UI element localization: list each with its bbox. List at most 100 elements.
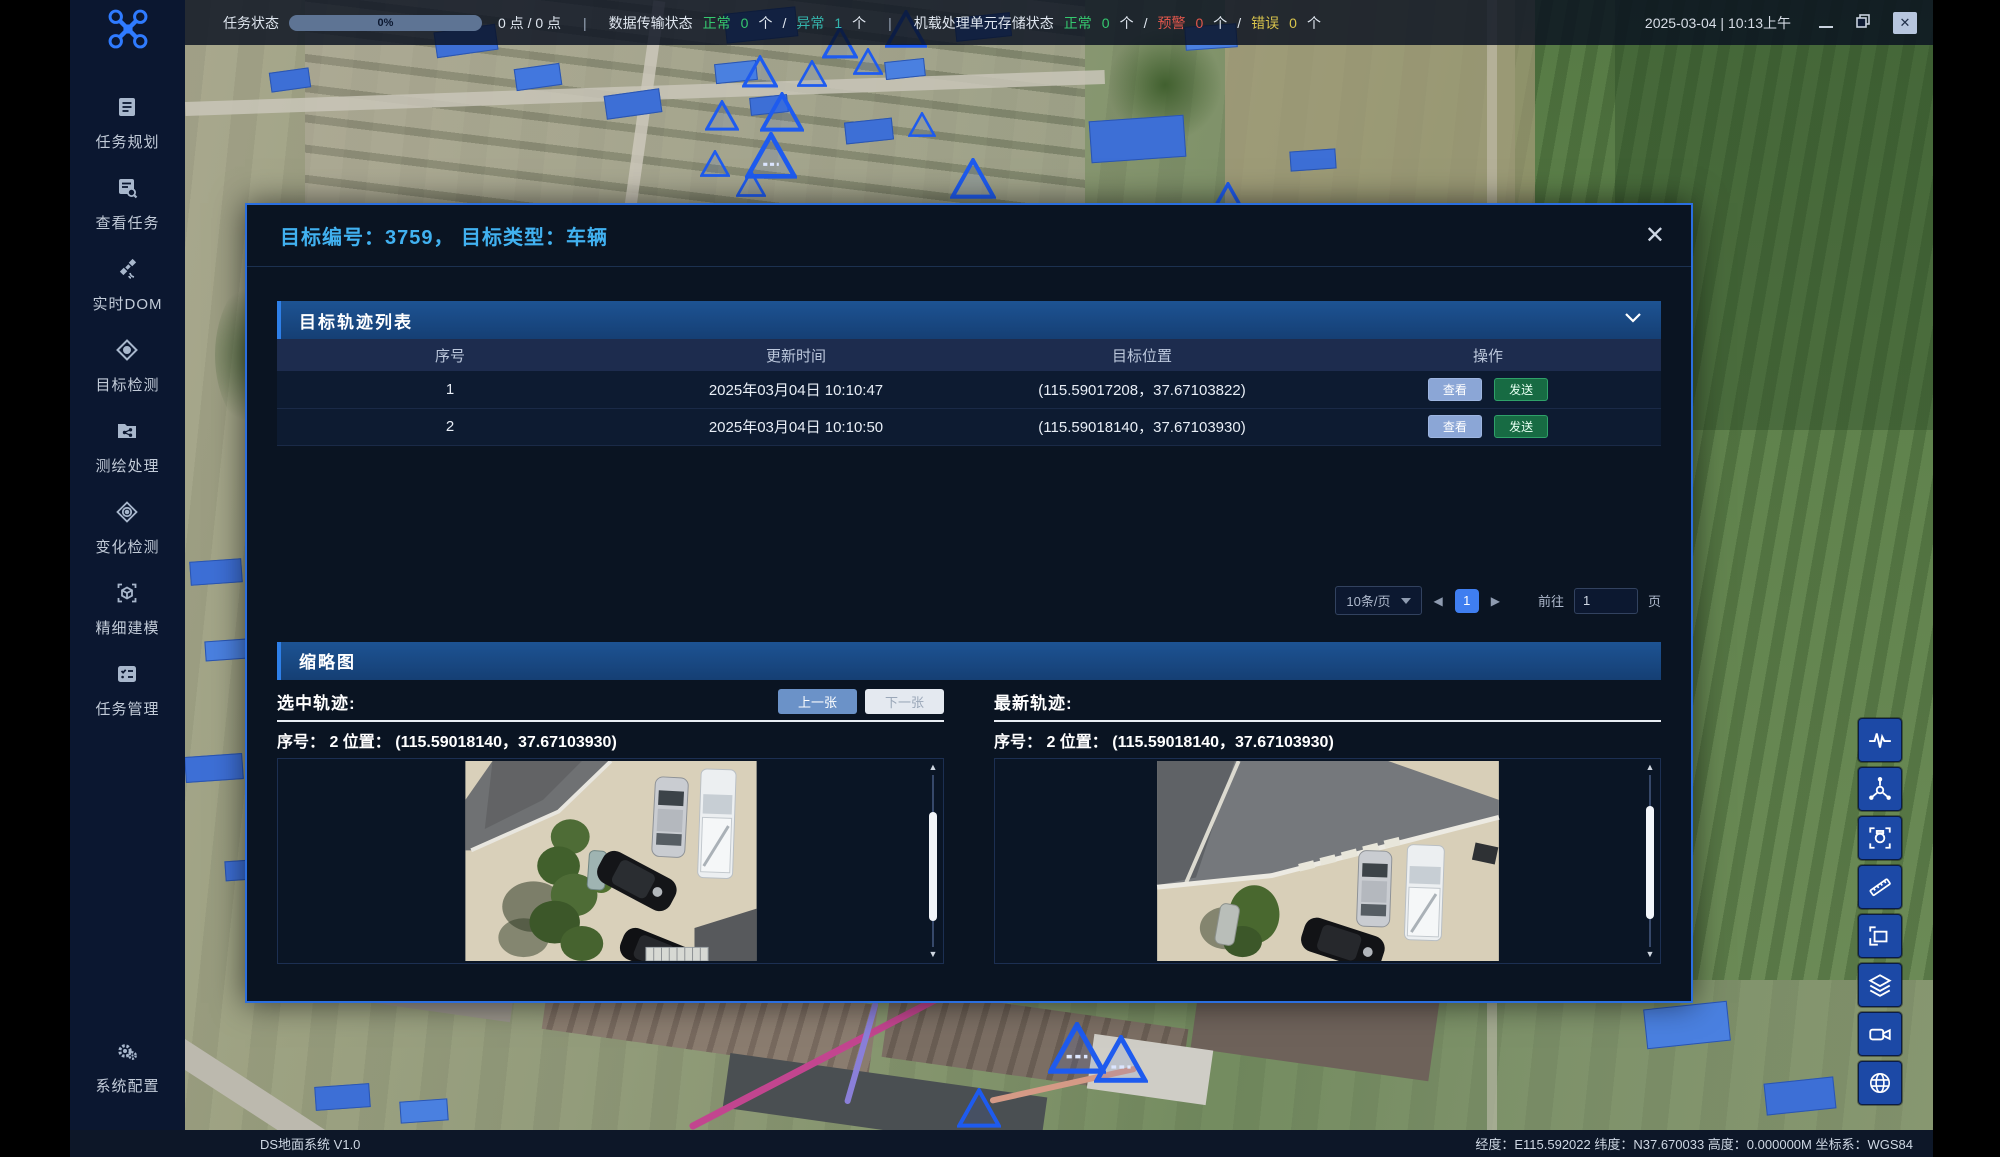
sidebar-item-label: 目标检测 xyxy=(95,374,159,395)
st-normal-count: 0 xyxy=(1102,15,1110,31)
restore-button[interactable] xyxy=(1855,13,1871,32)
sidebar-item-mapping-process[interactable]: 测绘处理 xyxy=(95,419,159,476)
task-list-icon xyxy=(115,662,139,686)
latest-trajectory-info: 序号： 2 位置： (115.59018140，37.67103930) xyxy=(994,728,1661,752)
collapse-section-button[interactable] xyxy=(1623,310,1643,330)
selected-trajectory-thumbnail[interactable] xyxy=(461,761,761,961)
sidebar-item-view-tasks[interactable]: 查看任务 xyxy=(95,176,159,233)
scroll-down-icon[interactable]: ▼ xyxy=(1643,950,1657,959)
scroll-up-icon[interactable]: ▲ xyxy=(1643,763,1657,772)
sidebar-item-mission-planning[interactable]: 任务规划 xyxy=(95,95,159,152)
layers-tool-button[interactable] xyxy=(1858,963,1902,1007)
previous-image-button[interactable]: 上一张 xyxy=(778,689,857,714)
document-search-icon xyxy=(115,176,139,200)
globe-icon xyxy=(1867,1070,1893,1096)
gimbal-tool-button[interactable] xyxy=(1858,767,1902,811)
detection-triangle-icon[interactable] xyxy=(760,92,804,132)
task-progress-value: 0% xyxy=(378,17,394,29)
view-button[interactable]: 查看 xyxy=(1428,378,1482,401)
col-target-position: 目标位置 xyxy=(969,339,1315,371)
detection-triangle-icon[interactable] xyxy=(736,170,766,197)
divider: | xyxy=(583,15,587,31)
frame-select-icon xyxy=(1867,923,1893,949)
scroll-up-icon[interactable]: ▲ xyxy=(926,763,940,772)
detection-triangle-icon[interactable] xyxy=(950,158,996,199)
page-unit-label: 页 xyxy=(1648,591,1661,610)
thumbnail-panels: 选中轨迹: 上一张 下一张 序号： 2 位置： (115.59018140，37… xyxy=(277,688,1661,964)
layers-icon xyxy=(1867,972,1893,998)
target-icon xyxy=(115,338,139,362)
waveform-tool-button[interactable] xyxy=(1858,718,1902,762)
slash: / xyxy=(1237,15,1241,31)
view-button[interactable]: 查看 xyxy=(1428,415,1482,438)
sidebar-item-realtime-dom[interactable]: 实时DOM xyxy=(93,257,163,314)
cell-update-time: 2025年03月04日 10:10:47 xyxy=(623,371,969,408)
datetime-display: 2025-03-04 | 10:13上午 xyxy=(1645,13,1791,33)
screen: 任务状态 0% 0 点 / 0 点 | 数据传输状态 正常 0 个 / 异常 1… xyxy=(0,0,2000,1157)
detection-triangle-icon[interactable] xyxy=(957,1088,1001,1128)
send-button[interactable]: 发送 xyxy=(1494,415,1548,438)
latest-image-container: ▲ ▼ xyxy=(994,758,1661,964)
page-size-select[interactable]: 10条/页 xyxy=(1335,586,1421,615)
selected-trajectory-panel: 选中轨迹: 上一张 下一张 序号： 2 位置： (115.59018140，37… xyxy=(277,688,944,964)
dt-abnormal-count: 1 xyxy=(834,15,842,31)
map-blue-roof xyxy=(314,1083,371,1111)
latest-trajectory-label: 最新轨迹: xyxy=(994,689,1073,714)
video-tool-button[interactable] xyxy=(1858,1012,1902,1056)
send-button[interactable]: 发送 xyxy=(1494,378,1548,401)
chevron-down-icon xyxy=(1623,311,1643,325)
goto-label: 前往 xyxy=(1538,591,1564,610)
map-blue-roof xyxy=(185,753,244,783)
trajectory-row[interactable]: 2 2025年03月04日 10:10:50 (115.59018140，37.… xyxy=(277,408,1661,445)
sidebar-item-system-config[interactable]: 系统配置 xyxy=(95,1039,159,1096)
globe-tool-button[interactable] xyxy=(1858,1061,1902,1105)
scroll-down-icon[interactable]: ▼ xyxy=(926,950,940,959)
current-page-button[interactable]: 1 xyxy=(1455,589,1479,613)
close-window-button[interactable]: ✕ xyxy=(1893,12,1917,34)
close-dialog-button[interactable]: ✕ xyxy=(1645,224,1665,248)
next-image-button[interactable]: 下一张 xyxy=(865,689,944,714)
slash: / xyxy=(1144,15,1148,31)
latest-trajectory-thumbnail[interactable] xyxy=(1152,761,1504,961)
next-page-button[interactable]: ▶ xyxy=(1491,594,1500,608)
dialog-body: 目标轨迹列表 序号 更新时间 目标位置 操作 1 2025年03月04日 10:… xyxy=(247,267,1691,964)
prev-page-button[interactable]: ◀ xyxy=(1434,594,1443,608)
trajectory-section-title: 目标轨迹列表 xyxy=(299,308,413,333)
cell-position: (115.59017208，37.67103822) xyxy=(969,371,1315,408)
sidebar-nav: 任务规划 查看任务 实时DOM 目标检测 测绘处理 变化检测 精细建模 任务管 xyxy=(70,0,185,1130)
goto-page-input[interactable] xyxy=(1574,588,1638,614)
window-controls: ✕ xyxy=(1819,12,1917,34)
measure-tool-button[interactable] xyxy=(1858,865,1902,909)
satellite-icon xyxy=(116,257,140,281)
cell-actions: 查看 发送 xyxy=(1315,371,1661,408)
detection-triangle-icon[interactable] xyxy=(908,112,936,137)
detection-triangle-icon[interactable] xyxy=(700,150,730,177)
detection-triangle-icon[interactable] xyxy=(742,55,778,88)
sidebar-item-fine-modeling[interactable]: 精细建模 xyxy=(95,581,159,638)
trajectory-row[interactable]: 1 2025年03月04日 10:10:47 (115.59017208，37.… xyxy=(277,371,1661,408)
detection-triangle-icon[interactable] xyxy=(797,60,827,87)
minimize-button[interactable] xyxy=(1819,15,1833,31)
st-warning-count: 0 xyxy=(1195,15,1203,31)
trajectory-section-header: 目标轨迹列表 xyxy=(277,301,1661,339)
col-update-time: 更新时间 xyxy=(623,339,969,371)
thumbnail-section-title: 缩略图 xyxy=(299,648,356,673)
detection-triangle-icon[interactable] xyxy=(1094,1035,1148,1083)
detection-triangle-icon[interactable] xyxy=(705,100,739,131)
sidebar-item-change-detection[interactable]: 变化检测 xyxy=(95,500,159,557)
scrollbar-thumb[interactable] xyxy=(929,812,937,922)
scrollbar-thumb[interactable] xyxy=(1646,806,1654,920)
table-header-row: 序号 更新时间 目标位置 操作 xyxy=(277,339,1661,371)
target-detail-dialog: 目标编号：3759， 目标类型：车辆 ✕ 目标轨迹列表 序号 更新时间 目标位置… xyxy=(245,203,1693,1003)
st-warning-label: 预警 xyxy=(1157,13,1185,33)
image-scrollbar[interactable]: ▲ ▼ xyxy=(1643,763,1657,959)
frame-select-tool-button[interactable] xyxy=(1858,914,1902,958)
capture-tool-button[interactable] xyxy=(1858,816,1902,860)
map-blue-roof xyxy=(204,639,247,662)
divider xyxy=(994,720,1661,722)
image-scrollbar[interactable]: ▲ ▼ xyxy=(926,763,940,959)
system-version-label: DS地面系统 V1.0 xyxy=(260,1134,360,1153)
sidebar-item-target-detection[interactable]: 目标检测 xyxy=(95,338,159,395)
detection-triangle-icon[interactable] xyxy=(853,48,883,75)
sidebar-item-task-management[interactable]: 任务管理 xyxy=(95,662,159,719)
